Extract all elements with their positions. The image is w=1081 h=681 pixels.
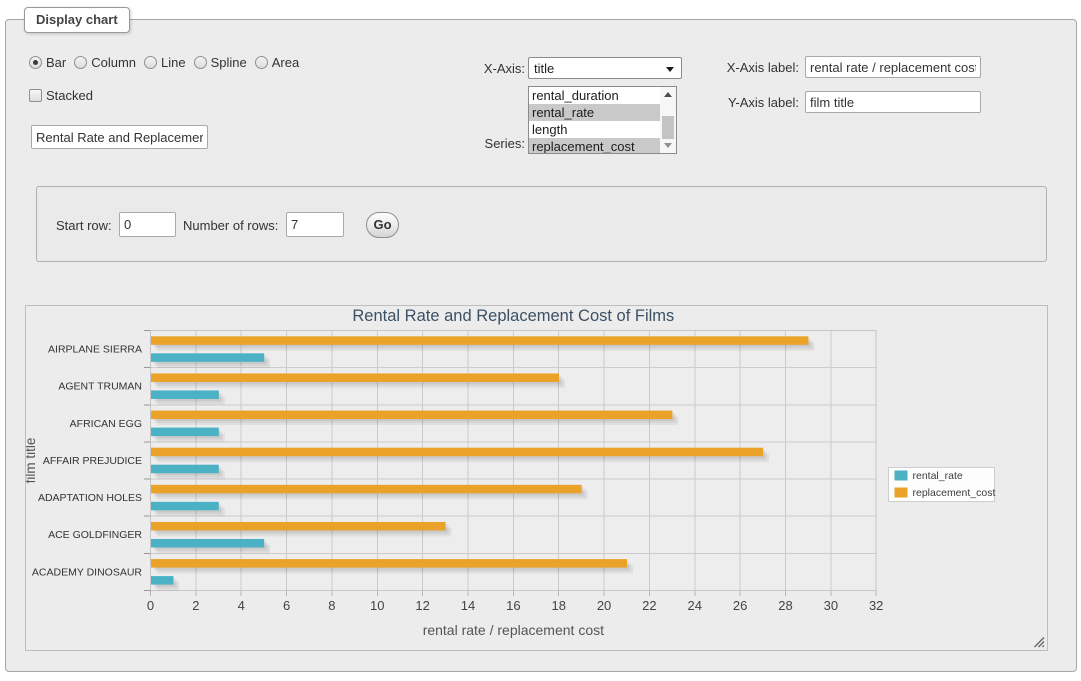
svg-text:32: 32 <box>869 598 883 613</box>
series-option-length[interactable]: length <box>529 121 661 138</box>
svg-text:ADAPTATION HOLES: ADAPTATION HOLES <box>38 492 142 504</box>
num-rows-input[interactable] <box>286 212 344 237</box>
svg-text:Rental Rate and Replacement Co: Rental Rate and Replacement Cost of Film… <box>352 307 674 325</box>
svg-text:26: 26 <box>733 598 747 613</box>
x-axis-caption: X-Axis: <box>425 61 525 76</box>
series-option-replacement-cost[interactable]: replacement_cost <box>529 138 661 154</box>
series-multiselect[interactable]: rental_duration rental_rate length repla… <box>528 86 677 154</box>
num-rows-label: Number of rows: <box>183 218 278 233</box>
svg-text:ACADEMY DINOSAUR: ACADEMY DINOSAUR <box>32 566 142 578</box>
radio-column-label[interactable]: Column <box>91 55 136 70</box>
scroll-up-icon[interactable] <box>664 92 672 97</box>
chart-container: 02468101214161820222426283032AIRPLANE SI… <box>25 305 1048 651</box>
scrollbar-thumb[interactable] <box>662 116 674 139</box>
svg-text:AFRICAN EGG: AFRICAN EGG <box>70 418 142 430</box>
svg-text:28: 28 <box>778 598 792 613</box>
svg-text:2: 2 <box>192 598 199 613</box>
svg-text:AGENT TRUMAN: AGENT TRUMAN <box>58 381 142 393</box>
series-option-rental-rate[interactable]: rental_rate <box>529 104 661 121</box>
svg-text:8: 8 <box>328 598 335 613</box>
radio-bar[interactable] <box>29 56 42 69</box>
svg-text:4: 4 <box>238 598 245 613</box>
svg-text:rental_rate: rental_rate <box>913 470 963 482</box>
svg-text:18: 18 <box>551 598 565 613</box>
radio-line-label[interactable]: Line <box>161 55 186 70</box>
radio-spline-label[interactable]: Spline <box>211 55 247 70</box>
go-button[interactable]: Go <box>366 212 399 238</box>
svg-text:AIRPLANE SIERRA: AIRPLANE SIERRA <box>48 344 142 356</box>
svg-text:0: 0 <box>147 598 154 613</box>
radio-column[interactable] <box>74 56 87 69</box>
svg-text:14: 14 <box>461 598 475 613</box>
svg-text:rental rate / replacement cost: rental rate / replacement cost <box>423 622 604 638</box>
radio-area[interactable] <box>255 56 268 69</box>
chart-title-input[interactable] <box>31 125 208 149</box>
resize-handle-icon[interactable] <box>1033 636 1045 648</box>
svg-text:film title: film title <box>26 438 38 484</box>
svg-text:12: 12 <box>415 598 429 613</box>
svg-text:6: 6 <box>283 598 290 613</box>
chart-type-radio-group: Bar Column Line Spline Area <box>29 55 307 69</box>
radio-spline[interactable] <box>194 56 207 69</box>
scroll-down-icon[interactable] <box>664 143 672 148</box>
stacked-label[interactable]: Stacked <box>46 88 93 103</box>
x-axis-selected-value: title <box>534 61 554 76</box>
rows-panel: Start row: Number of rows: Go <box>36 186 1047 262</box>
radio-area-label[interactable]: Area <box>272 55 299 70</box>
svg-text:AFFAIR PREJUDICE: AFFAIR PREJUDICE <box>43 455 142 467</box>
y-axis-label-input[interactable] <box>805 91 981 113</box>
x-axis-label-caption: X-Axis label: <box>699 60 799 75</box>
svg-text:replacement_cost: replacement_cost <box>913 487 996 499</box>
svg-text:24: 24 <box>688 598 702 613</box>
svg-text:30: 30 <box>824 598 838 613</box>
svg-text:22: 22 <box>642 598 656 613</box>
stacked-row: Stacked <box>29 88 93 102</box>
svg-text:10: 10 <box>370 598 384 613</box>
y-axis-label-caption: Y-Axis label: <box>699 95 799 110</box>
series-caption: Series: <box>425 136 525 151</box>
fieldset-legend: Display chart <box>24 7 130 33</box>
stacked-checkbox[interactable] <box>29 89 42 102</box>
dropdown-arrow-icon <box>666 67 674 72</box>
start-row-label: Start row: <box>56 218 112 233</box>
display-chart-page: Display chart Bar Column Line Spline Are… <box>0 0 1081 681</box>
svg-text:ACE GOLDFINGER: ACE GOLDFINGER <box>48 529 142 541</box>
radio-bar-label[interactable]: Bar <box>46 55 66 70</box>
series-select-scrollbar[interactable] <box>660 87 676 153</box>
svg-text:16: 16 <box>506 598 520 613</box>
svg-text:20: 20 <box>597 598 611 613</box>
x-axis-label-input[interactable] <box>805 56 981 78</box>
series-option-rental-duration[interactable]: rental_duration <box>529 87 661 104</box>
radio-line[interactable] <box>144 56 157 69</box>
start-row-input[interactable] <box>119 212 176 237</box>
bar-chart: 02468101214161820222426283032AIRPLANE SI… <box>26 306 1047 650</box>
x-axis-select[interactable]: title <box>528 57 682 79</box>
